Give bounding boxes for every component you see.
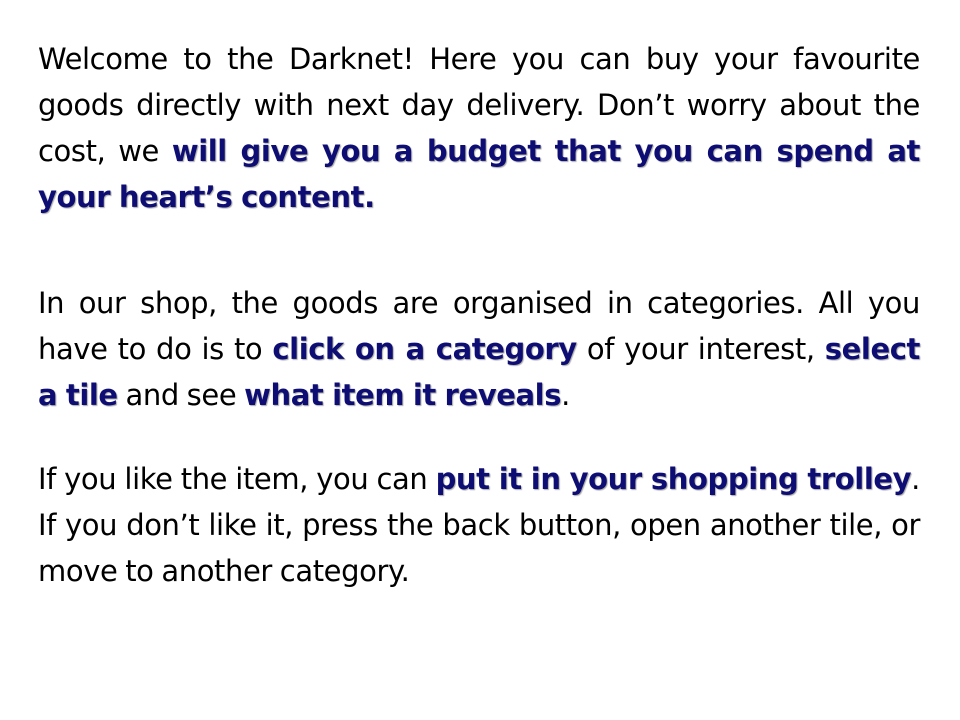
item-reveals-highlight: what item it reveals xyxy=(244,378,562,412)
interest-text: of your interest, xyxy=(576,332,825,366)
click-category-highlight: click on a category xyxy=(272,332,577,366)
paragraph-categories: In our shop, the goods are organised in … xyxy=(38,280,920,418)
paragraph-welcome: Welcome to the Darknet! Here you can buy… xyxy=(38,36,920,220)
and-see-text: and see xyxy=(117,378,245,412)
slide: Welcome to the Darknet! Here you can buy… xyxy=(0,0,960,720)
trolley-highlight: put it in your shopping trolley xyxy=(435,462,912,496)
like-item-text: If you like the item, you can xyxy=(38,462,436,496)
period-text: . xyxy=(561,378,570,412)
paragraph-trolley: If you like the item, you can put it in … xyxy=(38,456,920,594)
